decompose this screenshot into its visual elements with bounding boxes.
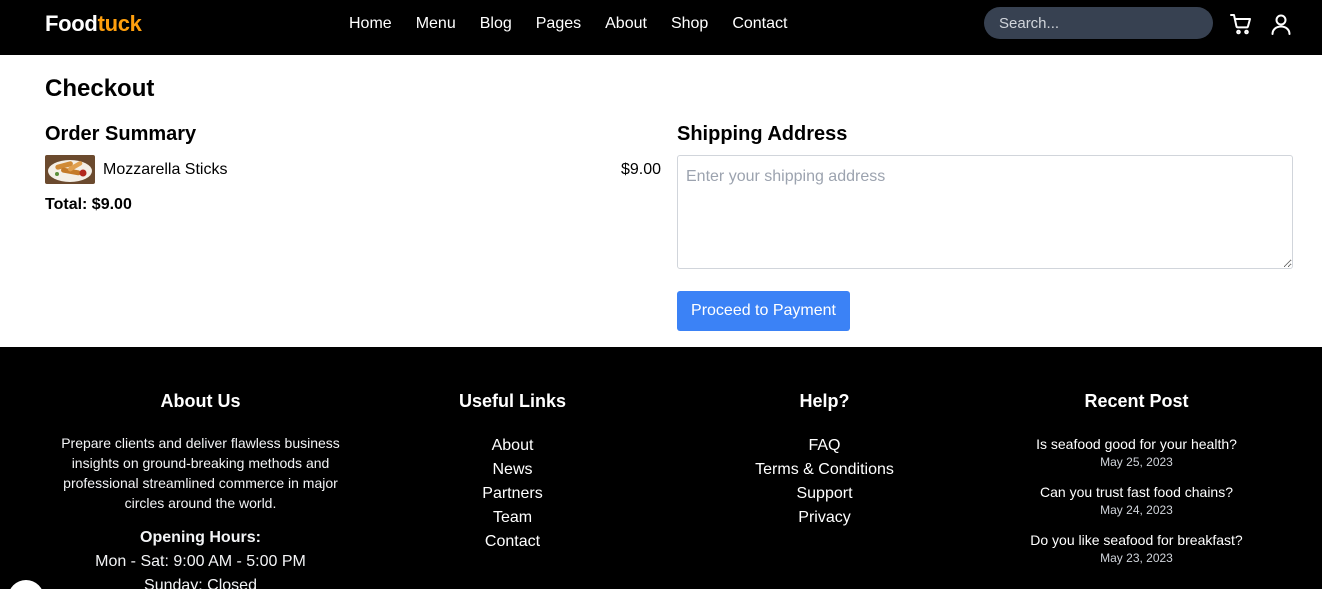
nav-link-about[interactable]: About	[605, 14, 647, 34]
nav-link-blog[interactable]: Blog	[480, 14, 512, 34]
cart-icon[interactable]	[1229, 12, 1253, 36]
list-item: Contact	[357, 530, 668, 554]
checkout-main: Checkout Order Summary Mozzarella Sticks…	[0, 55, 1322, 347]
site-footer: About Us Prepare clients and deliver fla…	[0, 347, 1322, 589]
recent-post-link[interactable]: Is seafood good for your health?	[981, 435, 1292, 453]
recent-post-item: Do you like seafood for breakfast? May 2…	[981, 531, 1292, 567]
order-total: Total: $9.00	[45, 196, 132, 213]
recent-post-item: Can you trust fast food chains? May 24, …	[981, 483, 1292, 519]
footer-link-about[interactable]: About	[492, 437, 534, 454]
logo-text-main: Food	[45, 11, 98, 36]
help-links-list: FAQ Terms & Conditions Support Privacy	[669, 434, 980, 530]
footer-link-team[interactable]: Team	[493, 509, 532, 526]
list-item: Team	[357, 506, 668, 530]
list-item: News	[357, 458, 668, 482]
footer-about-title: About Us	[160, 391, 241, 411]
footer-link-contact[interactable]: Contact	[485, 533, 540, 550]
footer-link-faq[interactable]: FAQ	[808, 437, 840, 454]
footer-recent-post-title: Recent Post	[1084, 391, 1189, 411]
site-header: Foodtuck Home Menu Blog Pages About Shop…	[0, 0, 1322, 55]
useful-links-list: About News Partners Team Contact	[357, 434, 668, 554]
page-title: Checkout	[45, 75, 155, 102]
site-logo[interactable]: Foodtuck	[45, 11, 142, 37]
nav-link-home[interactable]: Home	[349, 14, 392, 34]
opening-hours-title: Opening Hours:	[140, 529, 261, 546]
recent-post-link[interactable]: Can you trust fast food chains?	[981, 483, 1292, 501]
list-item: Partners	[357, 482, 668, 506]
order-summary-title: Order Summary	[45, 123, 197, 145]
item-name: Mozzarella Sticks	[103, 161, 228, 178]
food-image	[45, 155, 95, 184]
nav-link-shop[interactable]: Shop	[671, 14, 708, 34]
main-nav: Home Menu Blog Pages About Shop Contact	[349, 14, 811, 34]
opening-hours-weekday: Mon - Sat: 9:00 AM - 5:00 PM	[95, 553, 306, 570]
shipping-address-input[interactable]	[677, 155, 1293, 269]
user-icon[interactable]	[1269, 12, 1293, 36]
shipping-address-title: Shipping Address	[677, 123, 848, 145]
footer-link-terms[interactable]: Terms & Conditions	[755, 461, 894, 478]
footer-help-title: Help?	[799, 391, 850, 411]
proceed-to-payment-button[interactable]: Proceed to Payment	[677, 291, 850, 331]
nav-link-pages[interactable]: Pages	[536, 14, 581, 34]
nav-link-contact[interactable]: Contact	[732, 14, 787, 34]
nav-link-menu[interactable]: Menu	[416, 14, 456, 34]
footer-link-privacy[interactable]: Privacy	[798, 509, 850, 526]
search-input[interactable]	[984, 7, 1213, 39]
list-item: About	[357, 434, 668, 458]
item-price: $9.00	[620, 161, 661, 178]
recent-post-date: May 25, 2023	[1100, 455, 1173, 469]
footer-link-news[interactable]: News	[492, 461, 532, 478]
footer-about-text: Prepare clients and deliver flawless bus…	[61, 435, 340, 511]
footer-link-support[interactable]: Support	[796, 485, 852, 502]
opening-hours-sunday: Sunday: Closed	[144, 577, 257, 589]
recent-post-date: May 23, 2023	[1100, 551, 1173, 565]
footer-useful-links-title: Useful Links	[458, 391, 567, 411]
logo-text-accent: tuck	[97, 11, 142, 36]
recent-post-link[interactable]: Do you like seafood for breakfast?	[981, 531, 1292, 549]
list-item: Privacy	[669, 506, 980, 530]
recent-post-date: May 24, 2023	[1100, 503, 1173, 517]
footer-link-partners[interactable]: Partners	[482, 485, 542, 502]
list-item: Terms & Conditions	[669, 458, 980, 482]
list-item: Support	[669, 482, 980, 506]
recent-post-item: Is seafood good for your health? May 25,…	[981, 435, 1292, 471]
order-item: Mozzarella Sticks $9.00	[45, 155, 661, 185]
list-item: FAQ	[669, 434, 980, 458]
